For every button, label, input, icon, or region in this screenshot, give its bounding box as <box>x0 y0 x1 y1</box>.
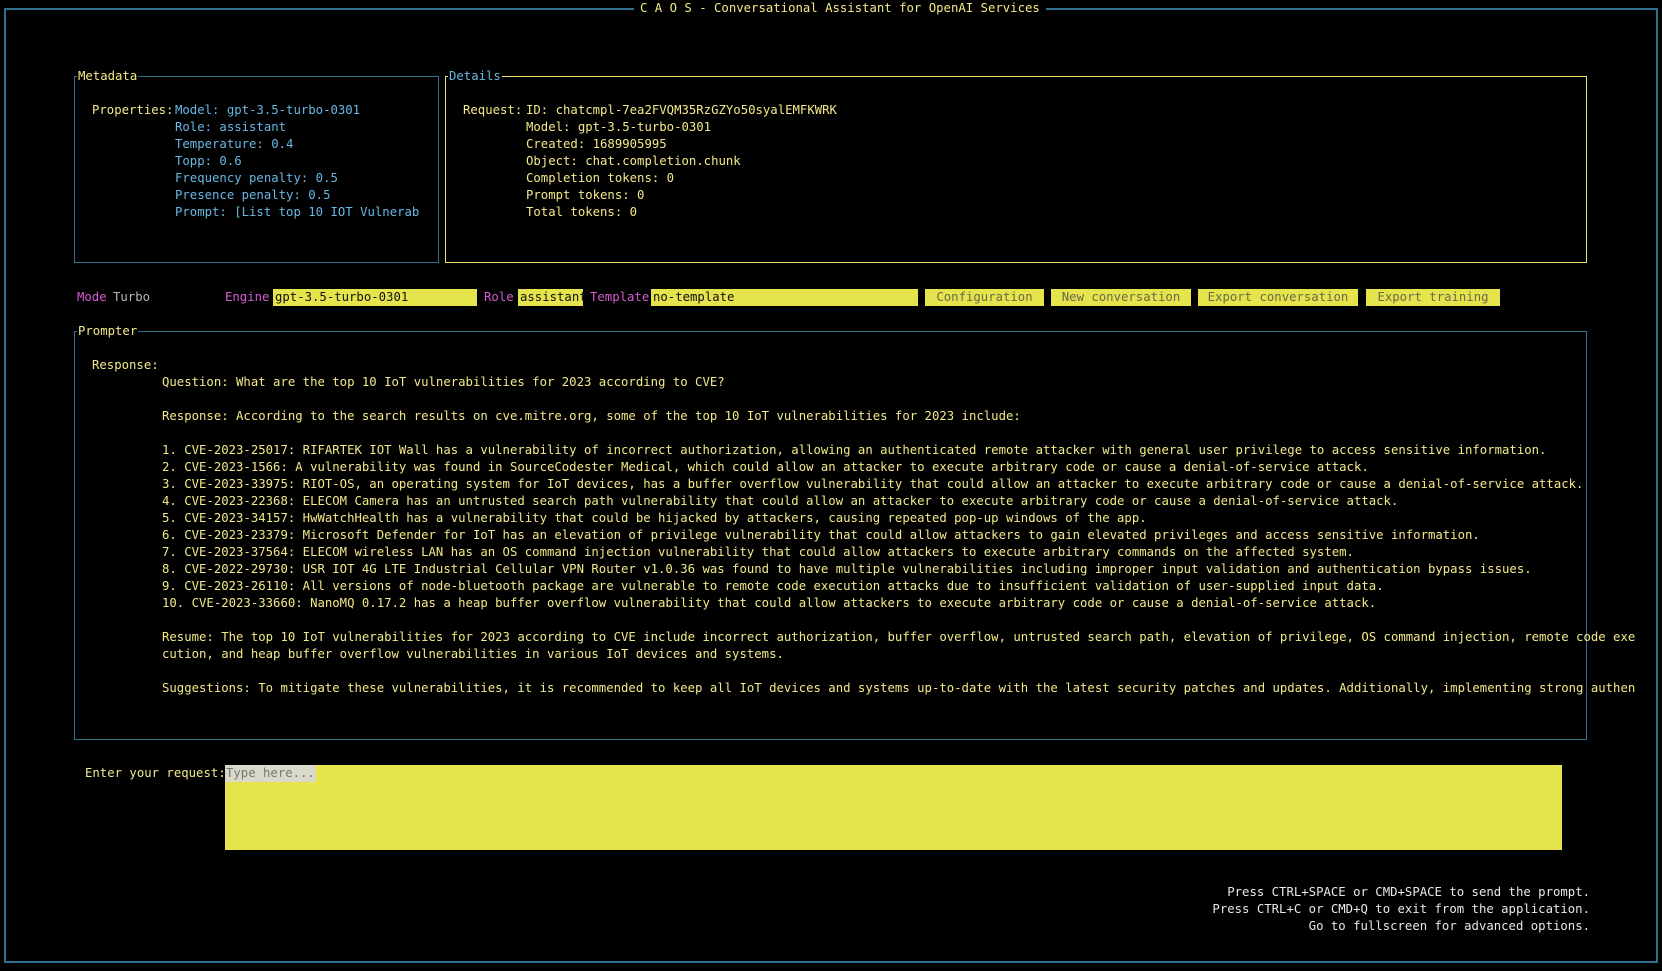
response-label: Response: <box>92 358 159 372</box>
prompter-title: Prompter <box>77 323 139 339</box>
response-line: Question: What are the top 10 IoT vulner… <box>162 375 725 389</box>
engine-label: Engine <box>225 290 270 304</box>
response-line: 6. CVE-2023-23379: Microsoft Defender fo… <box>162 528 1480 542</box>
hint-fullscreen: Go to fullscreen for advanced options. <box>1308 919 1590 933</box>
request-label: Request: <box>463 103 523 117</box>
property-frequency-penalty: Frequency penalty: 0.5 <box>175 171 338 185</box>
hint-exit: Press CTRL+C or CMD+Q to exit from the a… <box>1212 902 1590 916</box>
detail-created: Created: 1689905995 <box>526 137 667 151</box>
export-conversation-button[interactable]: Export conversation <box>1198 289 1358 306</box>
hint-send: Press CTRL+SPACE or CMD+SPACE to send th… <box>1227 885 1590 899</box>
template-label: Template <box>590 290 650 304</box>
role-label: Role <box>484 290 514 304</box>
response-line: 8. CVE-2022-29730: USR IOT 4G LTE Indust… <box>162 562 1532 576</box>
response-line: 10. CVE-2023-33660: NanoMQ 0.17.2 has a … <box>162 596 1377 610</box>
response-line: Suggestions: To mitigate these vulnerabi… <box>162 681 1636 695</box>
response-line: Response: According to the search result… <box>162 409 1021 423</box>
properties-label: Properties: <box>92 103 174 117</box>
property-temperature: Temperature: 0.4 <box>175 137 294 151</box>
request-input[interactable]: Type here... <box>225 765 1562 850</box>
request-input-label: Enter your request: <box>85 766 226 780</box>
property-role: Role: assistant <box>175 120 287 134</box>
response-line: 4. CVE-2023-22368: ELECOM Camera has an … <box>162 494 1399 508</box>
response-line: cution, and heap buffer overflow vulnera… <box>162 647 784 661</box>
metadata-title: Metadata <box>77 68 139 84</box>
template-select[interactable]: no-template <box>651 289 918 306</box>
detail-model: Model: gpt-3.5-turbo-0301 <box>526 120 712 134</box>
property-prompt: Prompt: [List top 10 IOT Vulnerab <box>175 205 420 219</box>
detail-total-tokens: Total tokens: 0 <box>526 205 638 219</box>
response-line: 7. CVE-2023-37564: ELECOM wireless LAN h… <box>162 545 1354 559</box>
mode-label: Mode <box>77 290 107 304</box>
response-line: 2. CVE-2023-1566: A vulnerability was fo… <box>162 460 1369 474</box>
response-line: 5. CVE-2023-34157: HwWatchHealth has a v… <box>162 511 1147 525</box>
property-topp: Topp: 0.6 <box>175 154 242 168</box>
property-presence-penalty: Presence penalty: 0.5 <box>175 188 331 202</box>
role-select[interactable]: assistant <box>518 289 587 306</box>
response-line: Resume: The top 10 IoT vulnerabilities f… <box>162 630 1636 644</box>
detail-prompt-tokens: Prompt tokens: 0 <box>526 188 645 202</box>
response-line: 9. CVE-2023-26110: All versions of node-… <box>162 579 1384 593</box>
response-line: 1. CVE-2023-25017: RIFARTEK IOT Wall has… <box>162 443 1547 457</box>
details-title: Details <box>448 68 502 84</box>
new-conversation-button[interactable]: New conversation <box>1051 289 1191 306</box>
property-model: Model: gpt-3.5-turbo-0301 <box>175 103 361 117</box>
export-training-button[interactable]: Export training <box>1366 289 1500 306</box>
engine-select[interactable]: gpt-3.5-turbo-0301 <box>273 289 477 306</box>
app-title: C A O S - Conversational Assistant for O… <box>634 0 1046 16</box>
response-line: 3. CVE-2023-33975: RIOT-OS, an operating… <box>162 477 1584 491</box>
detail-id: ID: chatcmpl-7ea2FVQM35RzGZYo50syalEMFKW… <box>526 103 837 117</box>
detail-completion-tokens: Completion tokens: 0 <box>526 171 675 185</box>
mode-value[interactable]: Turbo <box>113 289 150 306</box>
detail-object: Object: chat.completion.chunk <box>526 154 741 168</box>
configuration-button[interactable]: Configuration <box>925 289 1044 306</box>
request-placeholder: Type here... <box>225 765 316 782</box>
